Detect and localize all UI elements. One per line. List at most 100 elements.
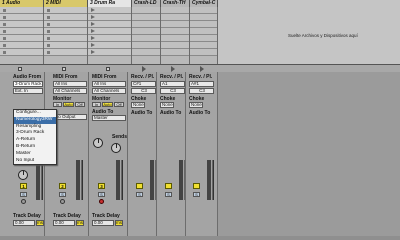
midi-from-select-3[interactable]: All Ins [92, 81, 126, 87]
track-activator-4[interactable] [136, 183, 143, 189]
clip-slot[interactable] [132, 49, 160, 56]
send-b-knob[interactable] [111, 143, 121, 153]
clip-slot[interactable] [132, 28, 160, 35]
arm-button-3[interactable] [99, 199, 104, 204]
clip-slot[interactable] [161, 7, 189, 14]
track-header-midi[interactable]: 2 MIDI [44, 0, 88, 7]
midi-channel-select-3[interactable]: All Channels [92, 88, 126, 94]
choke-select-3[interactable]: None [189, 102, 203, 108]
track-delay-ms-1[interactable]: ms [36, 220, 44, 226]
solo-button-2[interactable]: S [59, 192, 66, 197]
clip-slot[interactable] [132, 35, 160, 42]
clip-slot[interactable] [190, 14, 217, 21]
track-header-crash-th[interactable]: Crash-TH [161, 0, 190, 7]
clip-slot[interactable] [44, 42, 87, 49]
clip-slot[interactable] [88, 7, 131, 14]
clip-slot[interactable] [161, 14, 189, 21]
clip-slot[interactable] [190, 28, 217, 35]
clip-slot[interactable] [190, 35, 217, 42]
track-activator-3[interactable]: 3 [98, 183, 105, 189]
clip-slot[interactable] [44, 35, 87, 42]
clip-slot[interactable] [132, 21, 160, 28]
clip-slot[interactable] [44, 49, 87, 56]
clip-slot[interactable] [44, 14, 87, 21]
volume-fader[interactable] [179, 160, 183, 200]
clip-slot[interactable] [0, 28, 43, 35]
recv-note-select-3[interactable]: A#1 [189, 81, 214, 87]
volume-fader[interactable] [76, 160, 80, 200]
ext-in-select[interactable]: Ext. In [13, 88, 43, 94]
volume-fader[interactable] [207, 160, 211, 200]
monitor-in-button[interactable]: In [53, 102, 62, 107]
drop-zone[interactable]: Suelte Archivos y Dispositivos aquí [218, 0, 400, 64]
menu-item-master[interactable]: Master [14, 151, 56, 158]
stop-clips-button[interactable] [106, 67, 110, 71]
monitor-auto-button[interactable]: Auto [63, 102, 74, 107]
play-note-1[interactable]: C3 [131, 88, 156, 94]
volume-fader[interactable] [150, 160, 154, 200]
track-header-audio[interactable]: 1 Audio [0, 0, 44, 7]
send-a-knob[interactable] [93, 138, 103, 148]
menu-item-no-input[interactable]: No Input [14, 158, 56, 165]
volume-fader[interactable] [36, 160, 40, 200]
audio-from-select[interactable]: 3-Drum Rack [13, 81, 43, 87]
choke-select-1[interactable]: None [131, 102, 145, 108]
track-delay-input-3[interactable]: 0.00 [92, 220, 114, 226]
recv-note-select-1[interactable]: C#1 [131, 81, 156, 87]
clip-slot[interactable] [132, 14, 160, 21]
clip-slot[interactable] [0, 14, 43, 21]
recv-note-select-2[interactable]: A1 [160, 81, 185, 87]
track-header-crash-ld[interactable]: Crash-LD [132, 0, 161, 7]
clip-slot[interactable] [161, 42, 189, 49]
track-delay-input-1[interactable]: 0.00 [13, 220, 35, 226]
menu-item-a-return[interactable]: A-Return [14, 137, 56, 144]
clip-slot[interactable] [190, 42, 217, 49]
clip-slot[interactable] [190, 21, 217, 28]
clip-slot[interactable] [88, 21, 131, 28]
volume-fader[interactable] [116, 160, 120, 200]
track-activator-2[interactable]: 2 [59, 183, 66, 189]
clip-slot[interactable] [0, 42, 43, 49]
clip-slot[interactable] [0, 35, 43, 42]
audio-to-select[interactable]: Master [92, 115, 126, 121]
track-activator-6[interactable] [193, 183, 200, 189]
solo-button-4[interactable]: S [136, 192, 143, 197]
track-header-drum-rack[interactable]: 3 Drum Ra [88, 0, 132, 7]
clip-slot[interactable] [88, 35, 131, 42]
clip-slot[interactable] [161, 21, 189, 28]
monitor-in-button-3[interactable]: In [92, 102, 101, 107]
midi-channel-select[interactable]: All Channels [53, 88, 87, 94]
monitor-off-button-3[interactable]: Off [114, 102, 124, 107]
track-delay-input-2[interactable]: 0.00 [53, 220, 75, 226]
clip-slot[interactable] [0, 21, 43, 28]
clip-slot[interactable] [88, 28, 131, 35]
clip-slot[interactable] [0, 7, 43, 14]
clip-slot[interactable] [44, 7, 87, 14]
stop-clips-button[interactable] [62, 67, 66, 71]
clip-slot[interactable] [88, 42, 131, 49]
play-note-2[interactable]: C3 [160, 88, 185, 94]
clip-slot[interactable] [132, 7, 160, 14]
clip-slot[interactable] [161, 35, 189, 42]
play-note-3[interactable]: C3 [189, 88, 214, 94]
menu-item-configure[interactable]: Configure... [14, 110, 56, 117]
solo-button-1[interactable]: S [20, 192, 27, 197]
clip-slot[interactable] [88, 49, 131, 56]
clip-slot[interactable] [132, 42, 160, 49]
monitor-off-button[interactable]: Off [75, 102, 85, 107]
track-delay-ms-2[interactable]: ms [76, 220, 84, 226]
menu-item-numerology[interactable]: Numerology3RW [14, 116, 56, 124]
clip-slot[interactable] [190, 49, 217, 56]
solo-button-3[interactable]: S [98, 192, 105, 197]
track-header-cymbal-c[interactable]: Cymbal-C [190, 0, 218, 7]
solo-button-5[interactable]: S [165, 192, 172, 197]
track-activator-5[interactable] [165, 183, 172, 189]
choke-select-2[interactable]: None [160, 102, 174, 108]
stop-all-clips-button[interactable] [18, 67, 22, 71]
menu-item-b-return[interactable]: B-Return [14, 144, 56, 151]
midi-from-select[interactable]: All Ins [53, 81, 87, 87]
clip-slot[interactable] [44, 28, 87, 35]
track-delay-ms-3[interactable]: ms [115, 220, 123, 226]
clip-slot[interactable] [44, 21, 87, 28]
arm-button-1[interactable] [21, 199, 26, 204]
